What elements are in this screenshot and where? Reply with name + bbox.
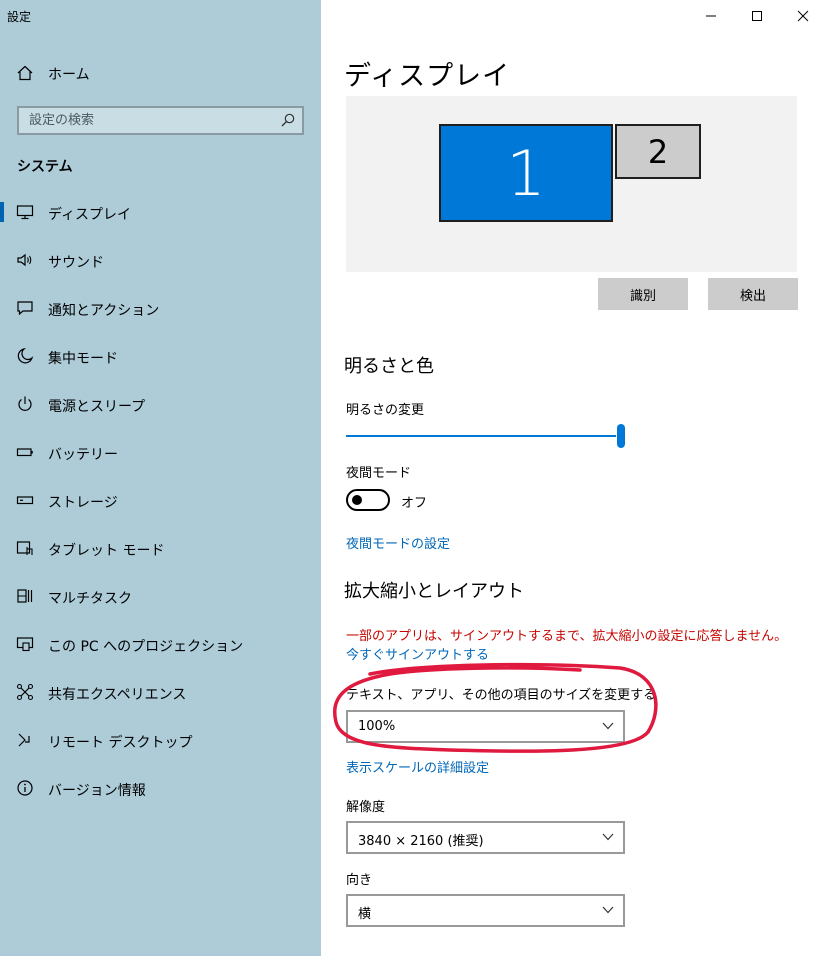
sidebar-item-label: リモート デスクトップ — [48, 735, 193, 751]
sidebar-item-label: この PC へのプロジェクション — [48, 639, 244, 655]
section-label-system: システム — [17, 159, 73, 175]
sidebar-item-label: ストレージ — [48, 495, 118, 511]
page-title: ディスプレイ — [344, 61, 511, 92]
sidebar-item-label: 通知とアクション — [48, 303, 160, 319]
text-size-select[interactable]: 100% — [346, 710, 625, 743]
sidebar-item-shared[interactable]: 共有エクスペリエンス — [0, 668, 321, 716]
sidebar-item-label: マルチタスク — [48, 591, 132, 607]
speaker-icon — [16, 251, 34, 269]
night-mode-settings-link[interactable]: 夜間モードの設定 — [346, 533, 450, 552]
sidebar: 設定 ホーム システム ディスプレイ サウンド 通知とアクション 集中モード — [0, 0, 321, 956]
orientation-label: 向き — [346, 873, 373, 888]
nav-home[interactable]: ホーム — [0, 56, 321, 90]
select-value: 100% — [358, 719, 396, 734]
multitask-icon — [16, 587, 34, 605]
sidebar-item-display[interactable]: ディスプレイ — [0, 188, 321, 236]
sidebar-item-sound[interactable]: サウンド — [0, 236, 321, 284]
chevron-down-icon — [602, 906, 614, 914]
chevron-down-icon — [602, 833, 614, 841]
maximize-button[interactable] — [734, 0, 780, 32]
sidebar-item-label: バージョン情報 — [48, 783, 146, 799]
info-icon — [16, 779, 34, 797]
search-box[interactable] — [17, 106, 304, 135]
close-button[interactable] — [780, 0, 826, 32]
orientation-select[interactable]: 横 — [346, 894, 625, 927]
tablet-icon — [16, 539, 34, 557]
night-mode-toggle[interactable] — [346, 489, 390, 511]
shared-icon — [16, 683, 34, 701]
maximize-icon — [752, 11, 762, 21]
minimize-button[interactable] — [688, 0, 734, 32]
projection-icon — [16, 635, 34, 653]
select-value: 3840 × 2160 (推奨) — [358, 834, 484, 849]
sign-out-link[interactable]: 今すぐサインアウトする — [346, 644, 489, 663]
sidebar-item-battery[interactable]: バッテリー — [0, 428, 321, 476]
nav-home-label: ホーム — [48, 67, 90, 83]
close-icon — [797, 10, 809, 22]
sidebar-item-about[interactable]: バージョン情報 — [0, 764, 321, 812]
sidebar-item-notifications[interactable]: 通知とアクション — [0, 284, 321, 332]
power-icon — [16, 395, 34, 413]
monitor-arrangement[interactable]: 1 2 — [346, 96, 797, 272]
sidebar-item-label: サウンド — [48, 255, 104, 271]
nav-list: ディスプレイ サウンド 通知とアクション 集中モード 電源とスリープ バッテリー… — [0, 188, 321, 812]
sidebar-item-storage[interactable]: ストレージ — [0, 476, 321, 524]
minimize-icon — [706, 15, 716, 17]
sidebar-item-label: 電源とスリープ — [48, 399, 146, 415]
sidebar-item-focus[interactable]: 集中モード — [0, 332, 321, 380]
identify-button[interactable]: 識別 — [598, 278, 688, 310]
window-title: 設定 — [7, 10, 32, 24]
slider-thumb[interactable] — [617, 424, 625, 448]
remote-desktop-icon — [16, 731, 34, 749]
sidebar-item-label: バッテリー — [48, 447, 118, 463]
toggle-knob — [352, 495, 362, 505]
brightness-section-title: 明るさと色 — [344, 356, 434, 377]
sidebar-item-label: 共有エクスペリエンス — [48, 687, 187, 703]
brightness-label: 明るさの変更 — [346, 403, 425, 418]
monitor-2[interactable]: 2 — [615, 124, 701, 179]
sidebar-item-remote-desktop[interactable]: リモート デスクトップ — [0, 716, 321, 764]
chevron-down-icon — [602, 722, 614, 730]
sidebar-item-multitask[interactable]: マルチタスク — [0, 572, 321, 620]
slider-track — [346, 435, 616, 437]
advanced-scale-link[interactable]: 表示スケールの詳細設定 — [346, 757, 489, 776]
storage-icon — [16, 491, 34, 509]
night-mode-label: 夜間モード — [346, 466, 412, 481]
night-mode-state: オフ — [401, 496, 428, 511]
resolution-select[interactable]: 3840 × 2160 (推奨) — [346, 821, 625, 854]
sidebar-item-projection[interactable]: この PC へのプロジェクション — [0, 620, 321, 668]
detect-button[interactable]: 検出 — [708, 278, 798, 310]
scale-section-title: 拡大縮小とレイアウト — [344, 581, 524, 602]
sidebar-item-power[interactable]: 電源とスリープ — [0, 380, 321, 428]
battery-icon — [16, 443, 34, 461]
sidebar-item-label: 集中モード — [48, 351, 118, 367]
text-size-label: テキスト、アプリ、その他の項目のサイズを変更する — [346, 688, 657, 703]
brightness-slider[interactable] — [346, 424, 626, 448]
home-icon — [16, 64, 34, 82]
sidebar-item-label: タブレット モード — [48, 543, 165, 559]
scale-warning: 一部のアプリは、サインアウトするまで、拡大縮小の設定に応答しません。 — [346, 629, 788, 644]
search-input[interactable] — [19, 108, 269, 133]
search-icon[interactable] — [280, 112, 296, 128]
moon-icon — [16, 347, 34, 365]
sidebar-item-tablet[interactable]: タブレット モード — [0, 524, 321, 572]
select-value: 横 — [358, 907, 372, 922]
message-icon — [16, 299, 34, 317]
monitor-icon — [16, 203, 34, 221]
monitor-1[interactable]: 1 — [439, 124, 613, 222]
resolution-label: 解像度 — [346, 800, 386, 815]
sidebar-item-label: ディスプレイ — [48, 207, 132, 223]
